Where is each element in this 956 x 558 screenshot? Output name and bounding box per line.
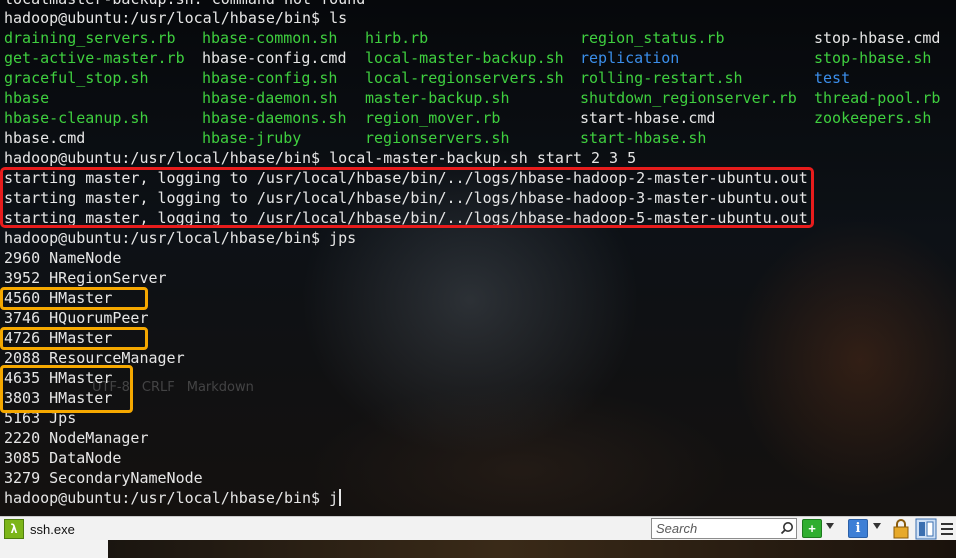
desktop-strip bbox=[0, 540, 956, 558]
search-input[interactable]: Search bbox=[651, 518, 797, 539]
file-entry: draining_servers.rb bbox=[4, 29, 176, 47]
taskbar-tab-label: ssh.exe bbox=[30, 521, 75, 537]
taskbar-tab-ssh[interactable]: λ ssh.exe bbox=[4, 519, 75, 539]
text-cursor bbox=[339, 489, 342, 506]
file-entry: master-backup.sh bbox=[365, 89, 510, 107]
directory-entry: replication bbox=[580, 49, 680, 67]
file-entry: shutdown_regionserver.rb bbox=[580, 89, 797, 107]
lock-icon[interactable] bbox=[892, 519, 910, 539]
chevron-down-icon[interactable] bbox=[873, 523, 881, 529]
file-entry: hbase-config.cmd bbox=[202, 49, 347, 67]
current-prompt-text: hadoop@ubuntu:/usr/local/hbase/bin$ j bbox=[4, 489, 339, 507]
search-placeholder: Search bbox=[656, 521, 698, 536]
highlight-hmaster-4635-3803 bbox=[0, 365, 133, 413]
highlight-start-output bbox=[0, 167, 814, 228]
file-entry: region_mover.rb bbox=[365, 109, 501, 127]
jps-line: 3085 DataNode bbox=[4, 449, 122, 467]
file-entry: hbase.cmd bbox=[4, 129, 86, 147]
directory-entry: test bbox=[814, 69, 851, 87]
search-icon[interactable] bbox=[780, 521, 794, 535]
taskbar: λ ssh.exe Search + i bbox=[0, 516, 956, 540]
lambda-icon: λ bbox=[4, 519, 24, 539]
file-entry: rolling-restart.sh bbox=[580, 69, 743, 87]
prompt-ls: hadoop@ubuntu:/usr/local/hbase/bin$ ls bbox=[4, 9, 348, 27]
file-entry: hbase-daemons.sh bbox=[202, 109, 347, 127]
file-entry: start-hbase.sh bbox=[580, 129, 707, 147]
file-entry: hbase-config.sh bbox=[202, 69, 338, 87]
jps-line: 3952 HRegionServer bbox=[4, 269, 167, 287]
jps-line: 2960 NameNode bbox=[4, 249, 122, 267]
file-entry: hirb.rb bbox=[365, 29, 429, 47]
file-entry: hbase-jruby bbox=[202, 129, 302, 147]
file-entry: thread-pool.rb bbox=[814, 89, 941, 107]
menu-icon[interactable] bbox=[940, 521, 954, 537]
file-entry: start-hbase.cmd bbox=[580, 109, 716, 127]
split-view-icon[interactable] bbox=[915, 518, 937, 540]
file-entry: stop-hbase.sh bbox=[814, 49, 932, 67]
prompt-local-master-backup: hadoop@ubuntu:/usr/local/hbase/bin$ loca… bbox=[4, 149, 637, 167]
highlight-hmaster-4560 bbox=[0, 287, 148, 310]
current-prompt[interactable]: hadoop@ubuntu:/usr/local/hbase/bin$ j bbox=[4, 488, 342, 508]
file-entry: hbase bbox=[4, 89, 50, 107]
prompt-jps: hadoop@ubuntu:/usr/local/hbase/bin$ jps bbox=[4, 229, 357, 247]
file-entry: zookeepers.sh bbox=[814, 109, 932, 127]
add-console-icon[interactable]: + bbox=[802, 519, 822, 538]
file-entry: hbase-daemon.sh bbox=[202, 89, 338, 107]
file-entry: hbase-cleanup.sh bbox=[4, 109, 149, 127]
file-entry: graceful_stop.sh bbox=[4, 69, 149, 87]
file-entry: stop-hbase.cmd bbox=[814, 29, 941, 47]
terminal-output[interactable]: localmaster-backup.sh: command not found… bbox=[0, 0, 956, 516]
highlight-hmaster-4726 bbox=[0, 327, 148, 350]
file-entry: get-active-master.rb bbox=[4, 49, 185, 67]
file-entry: region_status.rb bbox=[580, 29, 725, 47]
chevron-down-icon[interactable] bbox=[826, 523, 834, 529]
jps-line: 2220 NodeManager bbox=[4, 429, 149, 447]
file-entry: regionservers.sh bbox=[365, 129, 510, 147]
file-entry: local-master-backup.sh bbox=[365, 49, 564, 67]
file-entry: local-regionservers.sh bbox=[365, 69, 564, 87]
info-icon[interactable]: i bbox=[848, 519, 868, 538]
jps-line: 3279 SecondaryNameNode bbox=[4, 469, 203, 487]
jps-line: 3746 HQuorumPeer bbox=[4, 309, 149, 327]
file-entry: hbase-common.sh bbox=[202, 29, 338, 47]
